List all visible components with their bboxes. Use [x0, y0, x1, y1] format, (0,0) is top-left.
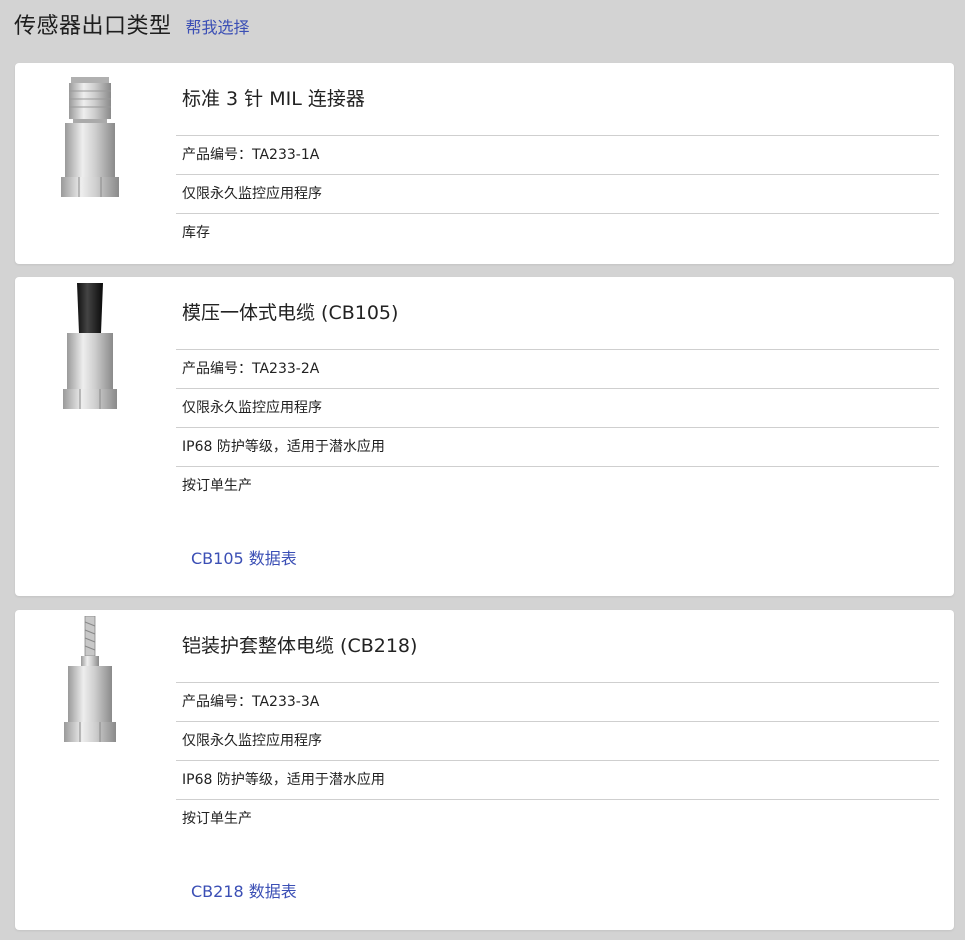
feature-item: IP68 防护等级，适用于潜水应用: [176, 427, 939, 466]
section-header: 传感器出口类型 帮我选择: [14, 8, 250, 48]
feature-item: 仅限永久监控应用程序: [176, 388, 939, 427]
feature-item: 仅限永久监控应用程序: [176, 174, 939, 213]
availability-status: 按订单生产: [176, 466, 939, 505]
product-name: 标准 3 针 MIL 连接器: [182, 88, 365, 110]
part-number: 产品编号：TA233-3A: [176, 682, 939, 721]
part-number: 产品编号：TA233-2A: [176, 349, 939, 388]
sensor-mil-connector-image: [55, 75, 125, 209]
sensor-molded-cable-image: [55, 283, 125, 417]
datasheet-link-cb218[interactable]: CB218 数据表: [191, 878, 297, 902]
product-card-mil-connector[interactable]: 标准 3 针 MIL 连接器 产品编号：TA233-1A 仅限永久监控应用程序 …: [15, 63, 954, 264]
availability-status: 库存: [176, 213, 939, 252]
product-details: 铠装护套整体电缆 (CB218) 产品编号：TA233-3A 仅限永久监控应用程…: [176, 610, 939, 838]
feature-item: IP68 防护等级，适用于潜水应用: [176, 760, 939, 799]
help-me-choose-link[interactable]: 帮我选择: [186, 14, 250, 38]
availability-status: 按订单生产: [176, 799, 939, 838]
product-card-cb105[interactable]: 模压一体式电缆 (CB105) 产品编号：TA233-2A 仅限永久监控应用程序…: [15, 277, 954, 596]
datasheet-link-cb105[interactable]: CB105 数据表: [191, 545, 297, 569]
page-title: 传感器出口类型: [14, 14, 172, 39]
product-name: 模压一体式电缆 (CB105): [182, 302, 399, 324]
part-number: 产品编号：TA233-1A: [176, 135, 939, 174]
product-details: 模压一体式电缆 (CB105) 产品编号：TA233-2A 仅限永久监控应用程序…: [176, 277, 939, 505]
sensor-armored-cable-image: [55, 615, 125, 750]
product-name: 铠装护套整体电缆 (CB218): [182, 635, 418, 657]
feature-item: 仅限永久监控应用程序: [176, 721, 939, 760]
product-card-cb218[interactable]: 铠装护套整体电缆 (CB218) 产品编号：TA233-3A 仅限永久监控应用程…: [15, 610, 954, 930]
product-details: 标准 3 针 MIL 连接器 产品编号：TA233-1A 仅限永久监控应用程序 …: [176, 63, 939, 252]
